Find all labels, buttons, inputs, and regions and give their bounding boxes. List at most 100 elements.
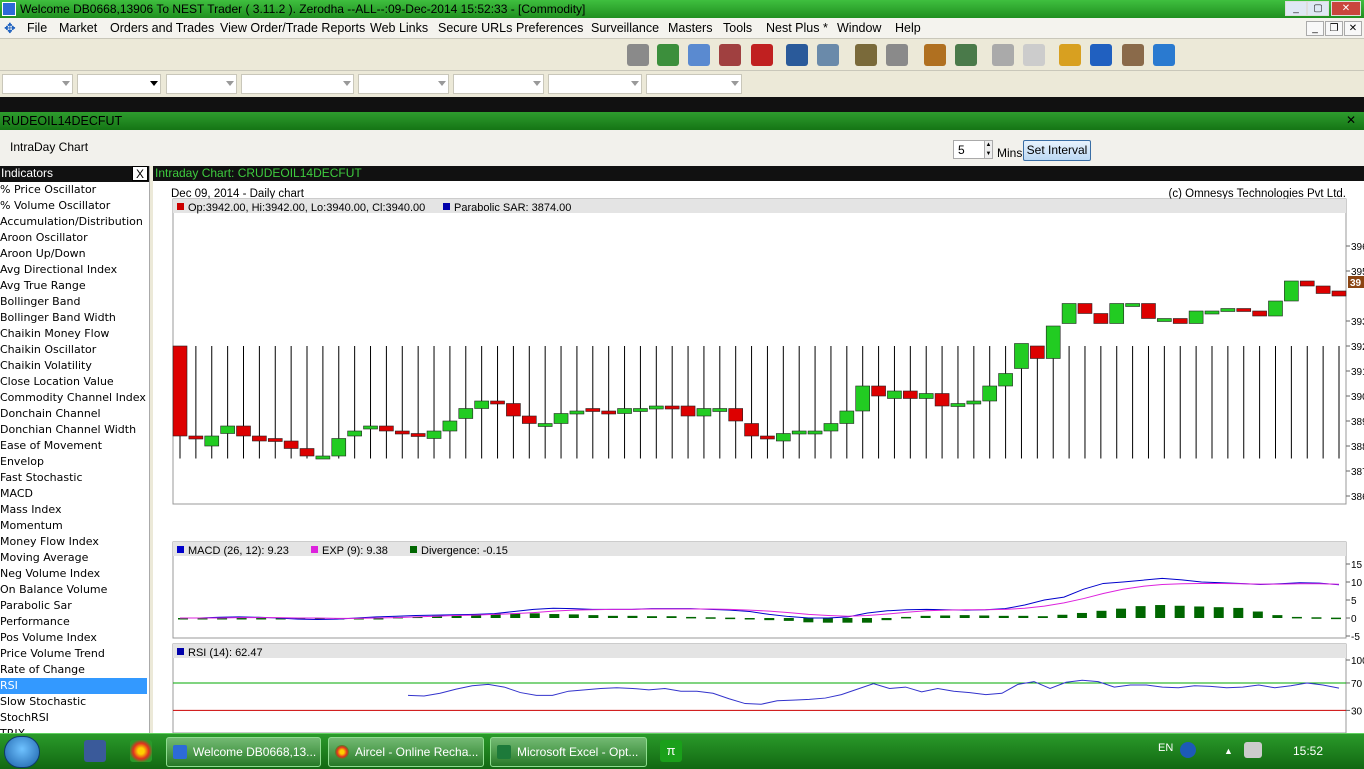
indicator-item[interactable]: Avg Directional Index	[0, 262, 149, 278]
interval-spinner[interactable]: ▲ ▼	[984, 140, 993, 159]
menu-file[interactable]: File	[27, 21, 47, 35]
indicator-item[interactable]: Aroon Oscillator	[0, 230, 149, 246]
trade-book-icon[interactable]	[751, 44, 773, 66]
indicator-item[interactable]: Fast Stochastic	[0, 470, 149, 486]
mdi-restore-button[interactable]: ❐	[1325, 21, 1343, 36]
indicator-item[interactable]: Slow Stochastic	[0, 694, 149, 710]
indicator-item[interactable]: TRIX	[0, 726, 149, 733]
maximize-button[interactable]: ▢	[1307, 1, 1329, 16]
start-button[interactable]	[4, 736, 40, 768]
indicator-item[interactable]: Parabolic Sar	[0, 598, 149, 614]
expiry-dropdown[interactable]	[548, 74, 642, 94]
indicator-item[interactable]: Performance	[0, 614, 149, 630]
menu-tools[interactable]: Tools	[723, 21, 752, 35]
menu-market[interactable]: Market	[59, 21, 97, 35]
indicator-item[interactable]: On Balance Volume	[0, 582, 149, 598]
divergence-bar	[901, 616, 912, 619]
chart-window-close-icon[interactable]: ✕	[1346, 113, 1356, 127]
bars-icon[interactable]	[1059, 44, 1081, 66]
net-position-icon[interactable]	[786, 44, 808, 66]
document-icon[interactable]	[992, 44, 1014, 66]
taskbar-excel[interactable]: Microsoft Excel - Opt...	[490, 737, 647, 767]
indicator-item[interactable]: Aroon Up/Down	[0, 246, 149, 262]
indicator-item[interactable]: Momentum	[0, 518, 149, 534]
chart-window-header: IntraDay Chart 5 ▲ ▼ Mins. Set Interval	[0, 130, 1364, 166]
chart-canvas[interactable]: Op:3942.00, Hi:3942.00, Lo:3940.00, Cl:3…	[153, 166, 1364, 733]
refresh-icon[interactable]	[1090, 44, 1112, 66]
indicator-item[interactable]: Neg Volume Index	[0, 566, 149, 582]
menu-masters[interactable]: Masters	[668, 21, 712, 35]
indicator-item[interactable]: Chaikin Volatility	[0, 358, 149, 374]
indicator-item[interactable]: Money Flow Index	[0, 534, 149, 550]
info-icon[interactable]	[1153, 44, 1175, 66]
sell-order-icon[interactable]	[719, 44, 741, 66]
indicator-item[interactable]: Moving Average	[0, 550, 149, 566]
taskbar-nest-trader[interactable]: Welcome DB0668,13...	[166, 737, 321, 767]
indicator-item[interactable]: Rate of Change	[0, 662, 149, 678]
exchange-dropdown[interactable]	[2, 74, 73, 94]
option-type-dropdown[interactable]	[358, 74, 449, 94]
indicator-item[interactable]: Commodity Channel Index	[0, 390, 149, 406]
indicator-item[interactable]: Avg True Range	[0, 278, 149, 294]
clock[interactable]: 15:52	[1293, 744, 1323, 758]
indicator-item[interactable]: Bollinger Band Width	[0, 310, 149, 326]
mdi-close-button[interactable]: ✕	[1344, 21, 1362, 36]
menu-window[interactable]: Window	[837, 21, 881, 35]
strike-dropdown[interactable]	[453, 74, 544, 94]
language-indicator[interactable]: EN	[1158, 742, 1173, 754]
indicator-item[interactable]: Donchian Channel Width	[0, 422, 149, 438]
menu-orders-and-trades[interactable]: Orders and Trades	[110, 21, 214, 35]
help-tray-icon[interactable]	[1180, 742, 1196, 758]
indicator-item[interactable]: Chaikin Money Flow	[0, 326, 149, 342]
notes-icon[interactable]	[924, 44, 946, 66]
menu-help[interactable]: Help	[895, 21, 921, 35]
instrument-dropdown[interactable]	[166, 74, 237, 94]
admin-positions-icon[interactable]	[817, 44, 839, 66]
show-hidden-icons[interactable]: ▲	[1224, 746, 1234, 756]
indicator-item[interactable]: Mass Index	[0, 502, 149, 518]
rsi-legend: RSI (14): 62.47	[188, 647, 263, 659]
series-dropdown[interactable]	[646, 74, 742, 94]
market-watch-icon[interactable]	[627, 44, 649, 66]
indicator-item[interactable]: Ease of Movement	[0, 438, 149, 454]
save-icon[interactable]	[84, 740, 106, 762]
indicator-item[interactable]: Pos Volume Index	[0, 630, 149, 646]
indicator-item[interactable]: % Volume Oscillator	[0, 198, 149, 214]
order-book-icon[interactable]	[688, 44, 710, 66]
indicator-item[interactable]: StochRSI	[0, 710, 149, 726]
report-icon[interactable]	[955, 44, 977, 66]
buy-order-icon[interactable]	[657, 44, 679, 66]
menu-web-links[interactable]: Web Links	[370, 21, 428, 35]
mdi-minimize-button[interactable]: _	[1306, 21, 1324, 36]
indicators-close-button[interactable]: X	[132, 166, 148, 181]
set-interval-button[interactable]: Set Interval	[1023, 140, 1091, 161]
pi-app-icon[interactable]: π	[660, 740, 682, 762]
network-icon[interactable]	[1244, 742, 1262, 758]
settings-icon[interactable]	[886, 44, 908, 66]
chrome-icon[interactable]	[130, 740, 152, 762]
menu-surveillance[interactable]: Surveillance	[591, 21, 659, 35]
indicator-item[interactable]: Chaikin Oscillator	[0, 342, 149, 358]
menu-preferences[interactable]: Preferences	[516, 21, 583, 35]
indicator-item[interactable]: Price Volume Trend	[0, 646, 149, 662]
menu-secure-urls[interactable]: Secure URLs	[438, 21, 512, 35]
indicator-item[interactable]: Donchain Channel	[0, 406, 149, 422]
indicator-item[interactable]: Close Location Value	[0, 374, 149, 390]
menu-view-order-trade-reports[interactable]: View Order/Trade Reports	[220, 21, 365, 35]
snap-quote-icon[interactable]	[855, 44, 877, 66]
divergence-bar	[647, 616, 658, 618]
indicator-item[interactable]: MACD	[0, 486, 149, 502]
symbol-dropdown[interactable]	[241, 74, 354, 94]
indicator-item[interactable]: Envelop	[0, 454, 149, 470]
tools-icon[interactable]	[1122, 44, 1144, 66]
interval-input[interactable]: 5	[953, 140, 985, 159]
indicator-item[interactable]: Bollinger Band	[0, 294, 149, 310]
indicator-item[interactable]: RSI	[0, 678, 147, 694]
indicator-item[interactable]: % Price Oscillator	[0, 182, 149, 198]
indicator-item[interactable]: Accumulation/Distribution	[0, 214, 149, 230]
segment-dropdown[interactable]	[77, 74, 161, 94]
taskbar-aircel[interactable]: Aircel - Online Recha...	[328, 737, 484, 767]
minimize-button[interactable]: _	[1285, 1, 1307, 16]
menu-nest-plus[interactable]: Nest Plus *	[766, 21, 828, 35]
close-button[interactable]: ✕	[1331, 1, 1361, 16]
